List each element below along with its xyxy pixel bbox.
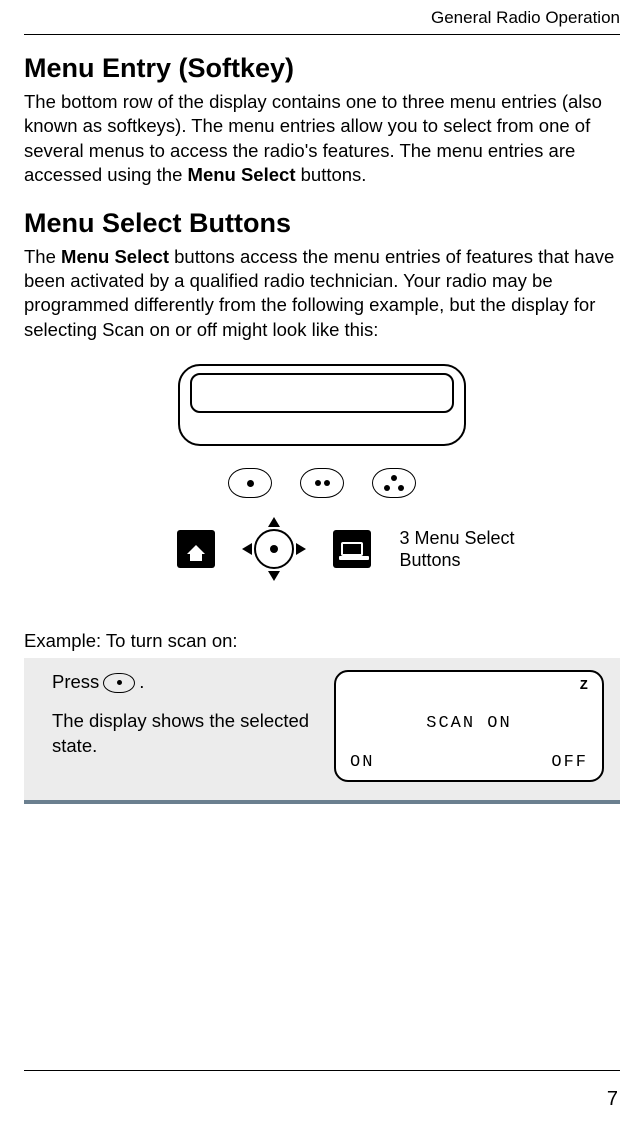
menu-select-heading: Menu Select Buttons [24,208,620,239]
lcd-right-softkey: OFF [551,753,588,772]
softkey-button-3 [372,468,416,498]
nav-row: 3 Menu Select Buttons [24,518,620,580]
example-instructions: Press . The display shows the selected s… [52,670,316,773]
dot-icon [324,480,330,486]
footer-rule [24,1070,620,1071]
softkey-button-2 [300,468,344,498]
lcd-indicator: Z [580,678,590,694]
lcd-left-softkey: ON [350,753,374,772]
menu-entry-heading: Menu Entry (Softkey) [24,53,620,84]
menu-entry-bold: Menu Select [188,164,296,185]
menu-entry-text-2: buttons. [295,164,366,185]
dot-icon [247,480,254,487]
lcd-display: Z SCAN ON ON OFF [334,670,604,782]
diagram-caption-line2: Buttons [399,550,460,570]
menu-select-text-1: The [24,246,61,267]
three-dot-icon [384,475,404,491]
menu-select-body: The Menu Select buttons access the menu … [24,245,620,343]
diagram-caption-line1: 3 Menu Select [399,528,514,548]
lcd-center-text: SCAN ON [336,714,602,733]
press-suffix: . [139,670,144,695]
header-rule [24,34,620,35]
diagram-caption: 3 Menu Select Buttons [399,527,514,572]
menu-select-bold: Menu Select [61,246,169,267]
dpad-icon [243,518,305,580]
softkey-one-dot-icon [103,673,135,693]
menu-entry-body: The bottom row of the display contains o… [24,90,620,188]
home-icon [177,530,215,568]
example-intro: Example: To turn scan on: [24,630,620,652]
press-prefix: Press [52,670,99,695]
example-result-text: The display shows the selected state. [52,709,316,759]
laptop-icon [333,530,371,568]
softkey-button-1 [228,468,272,498]
radio-diagram: 3 Menu Select Buttons [24,364,620,580]
example-box: Press . The display shows the selected s… [24,658,620,804]
header-section-label: General Radio Operation [24,0,620,34]
softkey-row [228,468,416,498]
page-number: 7 [607,1088,618,1111]
radio-display-screen [190,373,454,413]
press-line: Press . [52,670,316,695]
radio-display-frame [178,364,466,446]
dot-icon [315,480,321,486]
